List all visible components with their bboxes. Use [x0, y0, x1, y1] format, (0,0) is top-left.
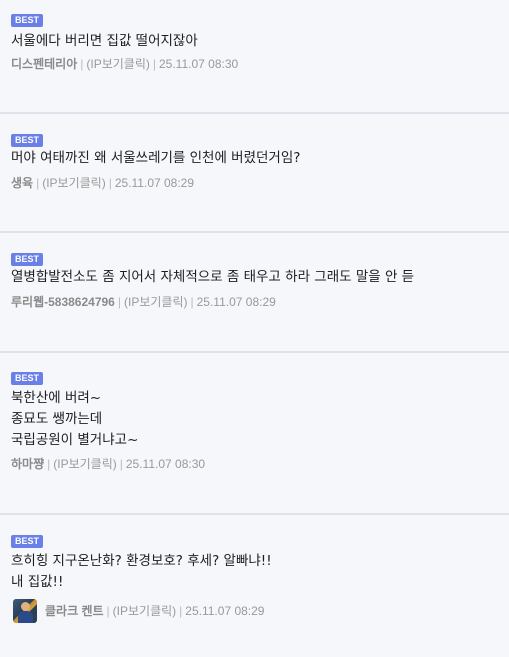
comment-meta: 하마쨩 | (IP보기클릭) | 25.11.07 08:30: [11, 456, 205, 472]
best-badge: BEST: [11, 535, 44, 548]
comment-text: 내 집값!!: [11, 574, 64, 590]
ip-view-link[interactable]: (IP보기클릭): [86, 57, 150, 71]
ip-view-link[interactable]: (IP보기클릭): [124, 295, 188, 309]
comment-text: 종묘도 쌩까는데: [11, 411, 103, 427]
avatar-body-shape: [18, 611, 33, 623]
comment-date: 25.11.07 08:30: [159, 57, 239, 71]
separator: |: [179, 604, 183, 618]
author-nickname[interactable]: 루리웹-5838624796: [11, 295, 115, 309]
best-badge: BEST: [11, 134, 44, 147]
comment-text: 머야 여태까진 왜 서울쓰레기를 인천에 버렸던거임?: [11, 150, 301, 166]
separator: |: [106, 604, 110, 618]
separator: |: [108, 176, 112, 190]
comment-meta: 루리웹-5838624796 | (IP보기클릭) | 25.11.07 08:29: [11, 294, 276, 310]
superman-avatar[interactable]: [13, 599, 37, 623]
comment-text: 서울에다 버리면 집값 떨어지잖아: [11, 33, 198, 49]
separator: |: [190, 295, 194, 309]
best-badge: BEST: [11, 253, 44, 266]
author-nickname[interactable]: 생육: [11, 176, 33, 190]
author-nickname[interactable]: 하마쨩: [11, 457, 44, 471]
comment-item: BEST 흐히힝 지구온난화? 환경보호? 후세? 알빠냐!! 내 집값!! 클…: [0, 515, 509, 657]
comment-meta: 클라크 켄트 | (IP보기클릭) | 25.11.07 08:29: [45, 603, 264, 619]
comment-text: 국립공원이 별거냐고~: [11, 432, 139, 448]
separator: |: [119, 457, 123, 471]
comment-date: 25.11.07 08:29: [196, 295, 276, 309]
separator: |: [80, 57, 84, 71]
comment-item: BEST 머야 여태까진 왜 서울쓰레기를 인천에 버렸던거임? 생육 | (IP보…: [0, 114, 509, 233]
comment-text: 북한산에 버려~: [11, 390, 102, 406]
separator: |: [152, 57, 156, 71]
comment-meta: 생육 | (IP보기클릭) | 25.11.07 08:29: [11, 175, 194, 191]
comment-item: BEST 북한산에 버려~ 종묘도 쌩까는데 국립공원이 별거냐고~ 하마쨩 |(…: [0, 353, 509, 515]
comment-date: 25.11.07 08:30: [125, 457, 206, 471]
comment-text: 흐히힝 지구온난화? 환경보호? 후세? 알빠냐!!: [11, 553, 272, 569]
separator: |: [36, 176, 40, 190]
comment-item: BEST 서울에다 버리면 집값 떨어지잖아 디스펜테리아 | (IP보기클릭) | 2…: [0, 0, 509, 114]
best-badge: BEST: [11, 14, 44, 27]
ip-view-link[interactable]: (IP보기클릭): [113, 604, 177, 618]
separator: |: [47, 457, 51, 471]
author-nickname[interactable]: 클라크 켄트: [45, 604, 104, 618]
author-nickname[interactable]: 디스펜테리아: [11, 57, 77, 71]
best-badge: BEST: [11, 372, 44, 385]
ip-view-link[interactable]: (IP보기클릭): [42, 176, 106, 190]
comment-date: 25.11.07 08:29: [114, 176, 195, 190]
comment-date: 25.11.07 08:29: [185, 604, 265, 618]
comment-meta: 디스펜테리아 | (IP보기클릭) | 25.11.07 08:30: [11, 56, 238, 72]
avatar-head-shape: [21, 602, 30, 611]
comment-item: BEST 열병합발전소도 좀 지어서 자체적으로 좀 태우고 하라 그래도 말을…: [0, 233, 509, 353]
separator: |: [117, 295, 121, 309]
comment-text: 열병합발전소도 좀 지어서 자체적으로 좀 태우고 하라 그래도 말을 안 듣: [11, 269, 415, 285]
ip-view-link[interactable]: (IP보기클릭): [53, 457, 117, 471]
